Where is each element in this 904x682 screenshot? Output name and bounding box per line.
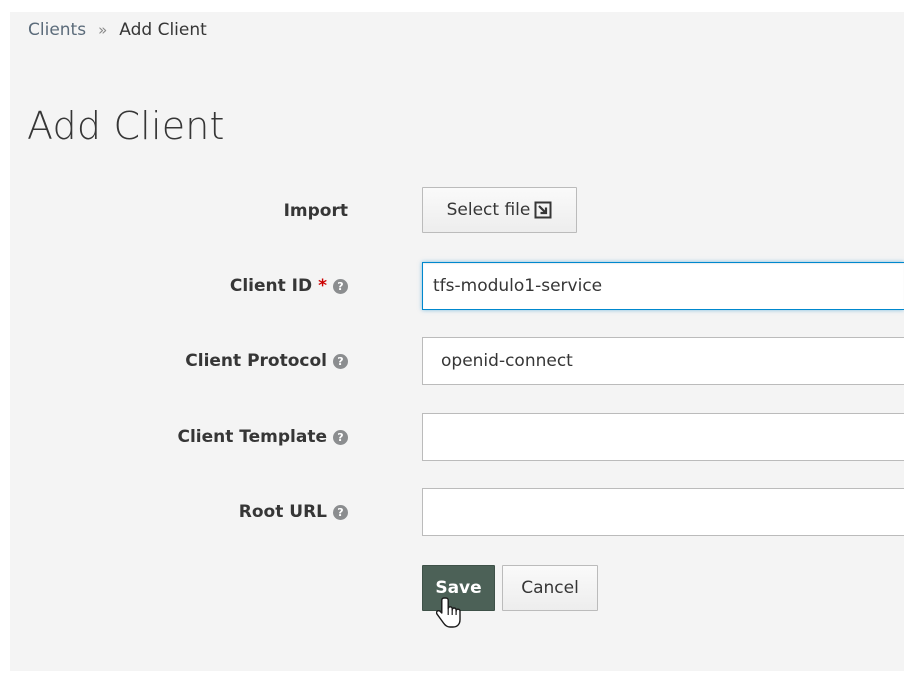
question-circle-icon[interactable]: ? [333,504,348,520]
client-protocol-select[interactable]: openid-connect [422,337,904,385]
client-template-select[interactable] [422,413,904,461]
client-template-label: Client Template ? [177,413,348,461]
cancel-button[interactable]: Cancel [502,565,598,611]
root-url-label: Root URL ? [239,488,348,536]
client-protocol-label-text: Client Protocol [185,351,327,371]
question-circle-icon[interactable]: ? [333,429,348,445]
client-id-label-text: Client ID [229,276,313,296]
question-circle-icon[interactable]: ? [333,278,348,294]
form-row-import: Import Select file [10,187,904,235]
breadcrumb-link-clients[interactable]: Clients [28,20,86,40]
content-panel: Clients » Add Client Add Client Import S… [10,12,904,671]
root-url-input[interactable] [422,488,904,536]
form-row-root-url: Root URL ? [10,488,904,536]
breadcrumb-separator: » [98,21,108,39]
breadcrumb: Clients » Add Client [28,20,207,40]
client-protocol-selected-value: openid-connect [441,351,573,371]
page-title: Add Client [27,104,225,148]
save-button-label: Save [435,578,482,598]
client-id-input[interactable] [422,262,904,310]
form-row-client-id: Client ID * ? [10,262,904,310]
client-template-label-text: Client Template [177,427,327,447]
select-file-button-label: Select file [446,200,531,220]
form-row-client-protocol: Client Protocol ? openid-connect [10,337,904,385]
breadcrumb-current: Add Client [119,20,207,40]
hand-pointer-icon [436,597,461,628]
cancel-button-label: Cancel [521,578,579,598]
import-label-text: Import [283,201,348,221]
form-row-client-template: Client Template ? [10,413,904,461]
required-indicator: * [318,276,327,296]
question-circle-icon[interactable]: ? [333,353,348,369]
client-id-label: Client ID * ? [230,262,348,310]
root-url-label-text: Root URL [238,502,327,522]
client-protocol-label: Client Protocol ? [185,337,348,385]
import-label: Import [284,187,348,235]
select-file-button[interactable]: Select file [422,187,577,233]
upload-icon [534,201,552,219]
